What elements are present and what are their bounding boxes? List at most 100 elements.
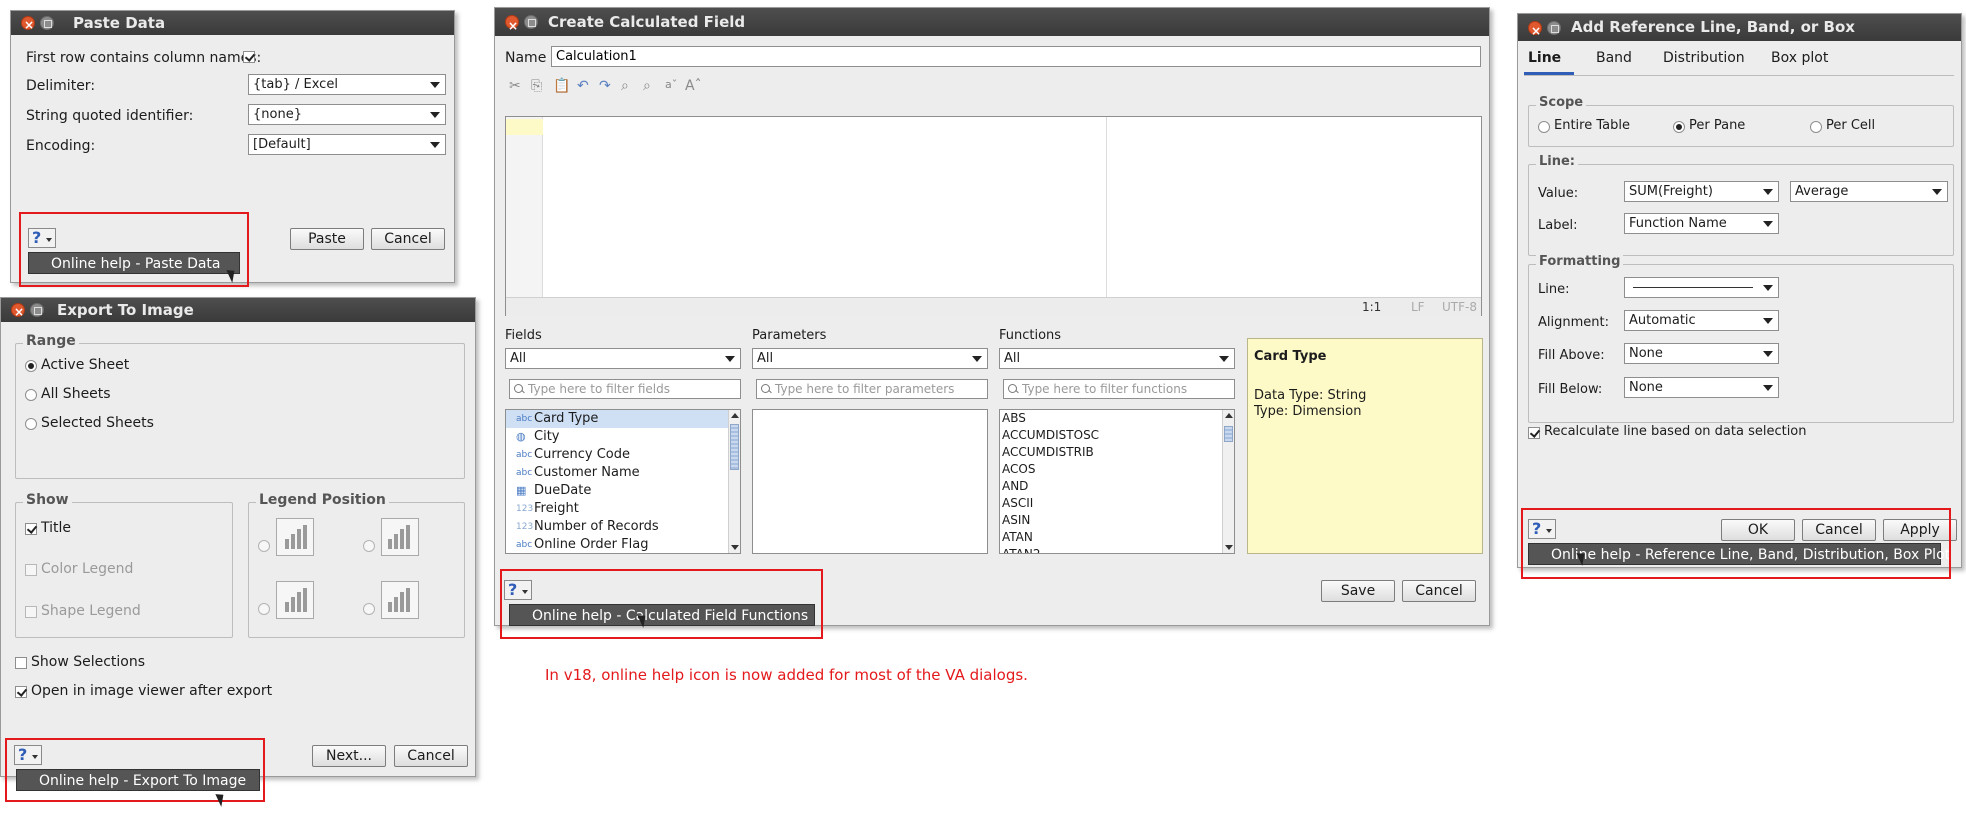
list-item[interactable]: ABS bbox=[1002, 410, 1234, 428]
list-item[interactable]: abc Card Type bbox=[506, 410, 740, 428]
save-button[interactable]: Save bbox=[1321, 580, 1395, 602]
legend-position-bottom-left-radio[interactable] bbox=[258, 603, 270, 615]
fields-search-input[interactable]: Type here to filter fields bbox=[509, 379, 741, 399]
list-item[interactable]: AND bbox=[1002, 478, 1234, 496]
minimize-icon[interactable] bbox=[524, 15, 538, 29]
title-bar[interactable]: Paste Data bbox=[11, 11, 454, 37]
tab-band[interactable]: Band bbox=[1596, 50, 1632, 66]
open-viewer-label: Open in image viewer after export bbox=[31, 683, 273, 699]
list-item[interactable]: ▦ DueDate bbox=[506, 482, 740, 500]
range-active-sheet-radio[interactable] bbox=[25, 360, 37, 372]
next-button[interactable]: Next... bbox=[312, 745, 386, 767]
list-item[interactable]: ASCII bbox=[1002, 495, 1234, 513]
cancel-button[interactable]: Cancel bbox=[394, 745, 468, 767]
label-label: Label: bbox=[1538, 218, 1578, 233]
show-title-checkbox[interactable] bbox=[25, 523, 37, 535]
copy-icon[interactable]: ⎘ bbox=[531, 78, 542, 94]
list-item[interactable]: abc Customer Name bbox=[506, 464, 740, 482]
font-larger-icon[interactable]: Aˆ bbox=[685, 78, 702, 94]
parameters-list[interactable] bbox=[752, 409, 988, 554]
create-calculated-field-dialog: Create Calculated Field Name ✂ ⎘ 📋 ↶ ↷ ⌕… bbox=[494, 7, 1490, 626]
list-item[interactable]: abc Online Order Flag bbox=[506, 536, 740, 553]
list-item[interactable]: ◍ City bbox=[506, 428, 740, 446]
range-all-sheets-radio[interactable] bbox=[25, 389, 37, 401]
legend-position-bottom-right-radio[interactable] bbox=[363, 603, 375, 615]
list-item[interactable]: ATAN2 bbox=[1002, 546, 1234, 553]
tab-line[interactable]: Line bbox=[1528, 50, 1561, 66]
value-field-select[interactable]: SUM(Freight) bbox=[1624, 181, 1779, 202]
show-shape-legend-checkbox[interactable] bbox=[25, 606, 37, 618]
list-item[interactable]: 123 Number of Records bbox=[506, 518, 740, 536]
list-item[interactable]: ACCUMDISTOSC bbox=[1002, 427, 1234, 445]
redo-icon[interactable]: ↷ bbox=[599, 78, 611, 94]
title-bar[interactable]: Create Calculated Field bbox=[495, 8, 1489, 40]
scope-per-cell-radio[interactable] bbox=[1810, 121, 1822, 133]
undo-icon[interactable]: ↶ bbox=[577, 78, 589, 94]
tab-distribution[interactable]: Distribution bbox=[1663, 50, 1745, 66]
close-icon[interactable] bbox=[505, 12, 519, 40]
close-icon[interactable] bbox=[11, 300, 25, 324]
tab-box-plot[interactable]: Box plot bbox=[1771, 50, 1828, 66]
legend-position-top-left-radio[interactable] bbox=[258, 540, 270, 552]
close-icon[interactable] bbox=[1528, 18, 1542, 45]
functions-filter-select[interactable]: All bbox=[999, 348, 1235, 369]
show-selections-checkbox[interactable] bbox=[15, 657, 27, 669]
functions-search-input[interactable]: Type here to filter functions bbox=[1003, 379, 1235, 399]
list-item[interactable]: 123 Freight bbox=[506, 500, 740, 518]
functions-list[interactable]: ABS ACCUMDISTOSC ACCUMDISTRIB ACOS AND A… bbox=[999, 409, 1235, 554]
minimize-icon[interactable] bbox=[30, 303, 44, 317]
formatting-label: Formatting bbox=[1536, 254, 1624, 269]
parameters-search-input[interactable]: Type here to filter parameters bbox=[756, 379, 988, 399]
list-item[interactable]: ACOS bbox=[1002, 461, 1234, 479]
line-style-select[interactable] bbox=[1624, 277, 1779, 298]
minimize-icon[interactable] bbox=[40, 16, 54, 30]
label-select[interactable]: Function Name bbox=[1624, 213, 1779, 234]
first-row-checkbox[interactable] bbox=[243, 51, 255, 63]
string-quote-select[interactable]: {none} bbox=[248, 104, 446, 125]
fields-filter-select[interactable]: All bbox=[505, 348, 741, 369]
fields-label: Fields bbox=[505, 328, 542, 343]
name-input[interactable] bbox=[551, 46, 1481, 67]
recalculate-label: Recalculate line based on data selection bbox=[1544, 424, 1807, 439]
cancel-button[interactable]: Cancel bbox=[371, 228, 445, 250]
minimize-icon[interactable] bbox=[1547, 21, 1561, 35]
fill-below-select[interactable]: None bbox=[1624, 377, 1779, 398]
open-viewer-checkbox[interactable] bbox=[15, 686, 27, 698]
scope-option-label: Per Pane bbox=[1689, 118, 1746, 133]
list-item[interactable]: ACCUMDISTRIB bbox=[1002, 444, 1234, 462]
list-item[interactable]: abc Currency Code bbox=[506, 446, 740, 464]
find-icon[interactable]: ⌕ bbox=[621, 78, 629, 94]
number-type-icon: 123 bbox=[516, 504, 534, 514]
encoding-select[interactable]: [Default] bbox=[248, 134, 446, 155]
value-aggregation-select[interactable]: Average bbox=[1790, 181, 1948, 202]
scope-entire-table-radio[interactable] bbox=[1538, 121, 1550, 133]
info-role: Type: Dimension bbox=[1254, 404, 1362, 419]
show-color-legend-checkbox[interactable] bbox=[25, 564, 37, 576]
fields-scrollbar[interactable] bbox=[728, 410, 740, 553]
font-smaller-icon[interactable]: aˇ bbox=[665, 78, 677, 91]
dialog-title: Paste Data bbox=[73, 14, 166, 32]
list-item[interactable]: ASIN bbox=[1002, 512, 1234, 530]
functions-scrollbar[interactable] bbox=[1222, 410, 1234, 553]
title-bar[interactable]: Add Reference Line, Band, or Box bbox=[1518, 14, 1961, 45]
parameters-filter-select[interactable]: All bbox=[752, 348, 988, 369]
title-bar[interactable]: Export To Image bbox=[1, 298, 475, 324]
list-item[interactable]: ATAN bbox=[1002, 529, 1234, 547]
scope-per-pane-radio[interactable] bbox=[1673, 121, 1685, 133]
legend-position-top-right-radio[interactable] bbox=[363, 540, 375, 552]
paste-button[interactable]: Paste bbox=[290, 228, 364, 250]
fields-list[interactable]: abc Card Type ◍ City abc Currency Code abc C… bbox=[505, 409, 741, 554]
close-icon[interactable] bbox=[21, 13, 35, 37]
recalculate-checkbox[interactable] bbox=[1528, 427, 1540, 439]
find-replace-icon[interactable]: ⌕ bbox=[643, 78, 651, 94]
paste-icon[interactable]: 📋 bbox=[553, 78, 570, 94]
fill-above-select[interactable]: None bbox=[1624, 343, 1779, 364]
dialog-title: Add Reference Line, Band, or Box bbox=[1571, 18, 1855, 36]
range-selected-sheets-radio[interactable] bbox=[25, 418, 37, 430]
formula-editor[interactable]: 1:1 LF UTF-8 bbox=[505, 116, 1482, 316]
line-group bbox=[1528, 164, 1954, 256]
alignment-select[interactable]: Automatic bbox=[1624, 310, 1779, 331]
cut-icon[interactable]: ✂ bbox=[509, 78, 521, 94]
delimiter-select[interactable]: {tab} / Excel bbox=[248, 74, 446, 95]
cancel-button[interactable]: Cancel bbox=[1402, 580, 1476, 602]
